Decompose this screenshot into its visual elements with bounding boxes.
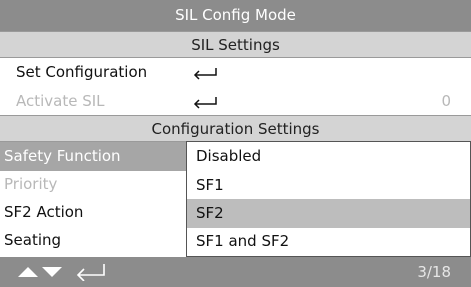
section-header-configuration-settings: Configuration Settings: [0, 115, 471, 142]
menu-item-label: Priority: [4, 175, 58, 193]
down-arrow-icon: [42, 267, 62, 277]
menu-item-label: Safety Function: [4, 147, 121, 165]
navigation-hints: [14, 263, 124, 282]
enter-icon: [192, 58, 218, 87]
footer-bar: 3/18: [0, 257, 471, 287]
dropdown-option-disabled[interactable]: Disabled: [187, 142, 470, 171]
screen-title: SIL Config Mode: [0, 0, 471, 31]
enter-icon: [76, 264, 105, 282]
enter-icon: [192, 87, 218, 116]
menu-item-label: SF2 Action: [4, 203, 84, 221]
menu-item-activate-sil: Activate SIL 0: [0, 87, 471, 116]
menu-item-label: Seating: [4, 231, 62, 249]
menu-item-set-configuration[interactable]: Set Configuration: [0, 58, 471, 87]
activate-sil-value: 0: [441, 92, 451, 110]
dropdown-option-sf1-and-sf2[interactable]: SF1 and SF2: [187, 227, 470, 256]
menu-item-safety-function[interactable]: Safety Function: [0, 142, 186, 171]
sil-config-screen: SIL Config Mode SIL Settings Set Configu…: [0, 0, 471, 287]
dropdown-option-sf1[interactable]: SF1: [187, 171, 470, 200]
dropdown-option-sf2[interactable]: SF2: [187, 199, 470, 228]
page-indicator: 3/18: [417, 263, 451, 281]
menu-item-label: Set Configuration: [16, 63, 148, 81]
section-header-sil-settings: SIL Settings: [0, 31, 471, 58]
up-arrow-icon: [18, 267, 38, 277]
safety-function-dropdown[interactable]: Disabled SF1 SF2 SF1 and SF2: [186, 141, 471, 257]
menu-item-label: Activate SIL: [16, 92, 105, 110]
